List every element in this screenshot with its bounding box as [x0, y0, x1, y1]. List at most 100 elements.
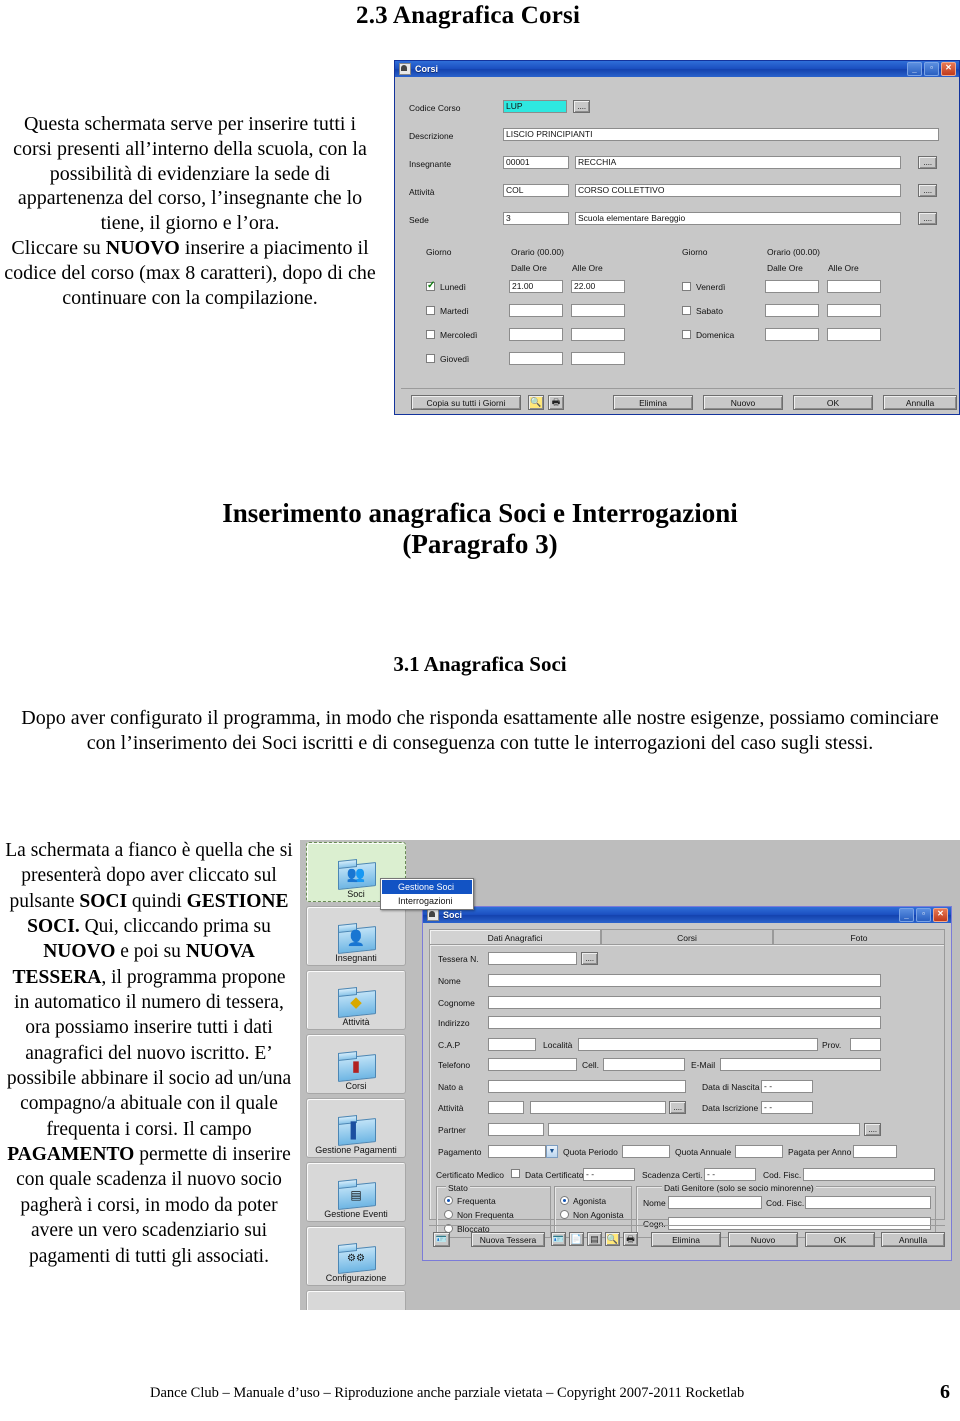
genitore-cogn-input[interactable] [668, 1217, 931, 1230]
checkbox-mercoledi[interactable] [426, 330, 435, 339]
pagamento-select[interactable] [488, 1145, 546, 1158]
quota-annuale-input[interactable] [735, 1145, 783, 1158]
delete-button[interactable]: Elimina [613, 395, 693, 410]
attivita-name-input[interactable]: CORSO COLLETTIVO [575, 184, 901, 197]
venerdi-from-input[interactable] [765, 280, 819, 293]
checkbox-martedi[interactable] [426, 306, 435, 315]
ok-button[interactable]: OK [793, 395, 873, 410]
domenica-from-input[interactable] [765, 328, 819, 341]
cancel-button[interactable]: Annulla [883, 395, 957, 410]
codice-corso-input[interactable]: LUP [503, 100, 567, 113]
insegnante-lookup-button[interactable]: ···· [918, 156, 937, 169]
sidebar-item-gestione-pagamenti[interactable]: ▌ Gestione Pagamenti [306, 1098, 406, 1158]
partner-lookup-button[interactable]: ···· [864, 1123, 881, 1136]
badge-icon[interactable]: 🪪 [433, 1232, 450, 1247]
data-certificato-input[interactable]: - - [583, 1168, 635, 1181]
tessera-input[interactable] [488, 952, 577, 965]
nato-a-input[interactable] [488, 1080, 686, 1093]
document-icon[interactable]: 📄 [569, 1232, 584, 1246]
data-nascita-input[interactable]: - - [761, 1080, 813, 1093]
partner-code-input[interactable] [488, 1123, 544, 1136]
ok-button[interactable]: OK [805, 1232, 875, 1247]
descrizione-input[interactable]: LISCIO PRINCIPIANTI [503, 128, 939, 141]
sede-lookup-button[interactable]: ···· [918, 212, 937, 225]
cap-input[interactable] [488, 1038, 536, 1051]
telefono-input[interactable] [488, 1058, 577, 1071]
giovedi-to-input[interactable] [571, 352, 625, 365]
checkbox-domenica[interactable] [682, 330, 691, 339]
prov-input[interactable] [850, 1038, 881, 1051]
menu-item-gestione-soci[interactable]: Gestione Soci [382, 880, 472, 894]
sidebar-item-attivita[interactable]: ◆ Attività [306, 970, 406, 1030]
quota-periodo-input[interactable] [622, 1145, 670, 1158]
sidebar-item-configurazione[interactable]: ⚙⚙ Configurazione [306, 1226, 406, 1286]
close-icon[interactable]: ✕ [941, 62, 956, 76]
delete-button[interactable]: Elimina [651, 1232, 721, 1247]
certificato-medico-checkbox[interactable] [511, 1169, 520, 1178]
sabato-from-input[interactable] [765, 304, 819, 317]
radio-frequenta[interactable] [444, 1196, 453, 1205]
cognome-input[interactable] [488, 996, 881, 1009]
martedi-from-input[interactable] [509, 304, 563, 317]
domenica-to-input[interactable] [827, 328, 881, 341]
radio-agonista[interactable] [560, 1196, 569, 1205]
new-button[interactable]: Nuovo [728, 1232, 798, 1247]
sede-name-input[interactable]: Scuola elementare Bareggio [575, 212, 901, 225]
list-icon[interactable]: ▤ [587, 1232, 602, 1246]
search-icon[interactable]: 🔍 [605, 1232, 620, 1246]
print-preview-icon[interactable]: 🔍 [528, 395, 544, 410]
new-button[interactable]: Nuovo [703, 395, 783, 410]
minimize-button[interactable]: _ [899, 908, 914, 922]
cell-input[interactable] [603, 1058, 685, 1071]
chevron-down-icon[interactable]: ▼ [546, 1145, 558, 1158]
sidebar-item-extra[interactable] [306, 1290, 406, 1310]
radio-non-frequenta[interactable] [444, 1210, 453, 1219]
badge-print-icon[interactable]: 🪪 [551, 1232, 566, 1246]
attivita-lookup-button[interactable]: ···· [918, 184, 937, 197]
cod-fisc-input[interactable] [803, 1168, 935, 1181]
cancel-button[interactable]: Annulla [881, 1232, 945, 1247]
close-icon[interactable]: ✕ [933, 908, 948, 922]
attivita-desc-input-soci[interactable] [530, 1101, 666, 1114]
checkbox-lunedi[interactable] [426, 280, 435, 291]
email-input[interactable] [720, 1058, 881, 1071]
sidebar-item-gestione-eventi[interactable]: ▤ Gestione Eventi [306, 1162, 406, 1222]
tessera-lookup-button[interactable]: ···· [581, 952, 598, 965]
copy-all-days-button[interactable]: Copia su tutti i Giorni [411, 395, 521, 410]
insegnante-name-input[interactable]: RECCHIA [575, 156, 901, 169]
venerdi-to-input[interactable] [827, 280, 881, 293]
scadenza-cert-input[interactable]: - - [704, 1168, 756, 1181]
checkbox-giovedi[interactable] [426, 354, 435, 363]
attivita-code-input-soci[interactable] [488, 1101, 524, 1114]
sidebar-item-insegnanti[interactable]: 👤 Insegnanti [306, 906, 406, 966]
partner-name-input[interactable] [548, 1123, 860, 1136]
tab-corsi[interactable]: Corsi [601, 929, 773, 945]
martedi-to-input[interactable] [571, 304, 625, 317]
mercoledi-from-input[interactable] [509, 328, 563, 341]
menu-item-interrogazioni[interactable]: Interrogazioni [382, 894, 472, 908]
genitore-nome-input[interactable] [668, 1196, 762, 1209]
giovedi-from-input[interactable] [509, 352, 563, 365]
indirizzo-input[interactable] [488, 1016, 881, 1029]
tab-dati-anagrafici[interactable]: Dati Anagrafici [429, 929, 601, 945]
insegnante-code-input[interactable]: 00001 [503, 156, 569, 169]
genitore-cod-fisc-input[interactable] [805, 1196, 931, 1209]
radio-non-agonista[interactable] [560, 1210, 569, 1219]
maximize-button[interactable]: ▫ [924, 62, 939, 76]
nome-input[interactable] [488, 974, 881, 987]
checkbox-sabato[interactable] [682, 306, 691, 315]
nuova-tessera-button[interactable]: Nuova Tessera [471, 1232, 545, 1247]
pagata-per-anno-input[interactable] [853, 1145, 897, 1158]
checkbox-venerdi[interactable] [682, 282, 691, 291]
printer-icon[interactable]: 🖶 [548, 395, 564, 410]
data-iscrizione-input[interactable]: - - [761, 1101, 813, 1114]
localita-input[interactable] [578, 1038, 818, 1051]
codice-corso-lookup-button[interactable]: ···· [573, 100, 590, 113]
mercoledi-to-input[interactable] [571, 328, 625, 341]
sabato-to-input[interactable] [827, 304, 881, 317]
sidebar-item-corsi[interactable]: ▮ Corsi [306, 1034, 406, 1094]
printer-icon[interactable]: 🖶 [623, 1232, 638, 1246]
lunedi-from-input[interactable]: 21.00 [509, 280, 563, 293]
lunedi-to-input[interactable]: 22.00 [571, 280, 625, 293]
attivita-code-input[interactable]: COL [503, 184, 569, 197]
